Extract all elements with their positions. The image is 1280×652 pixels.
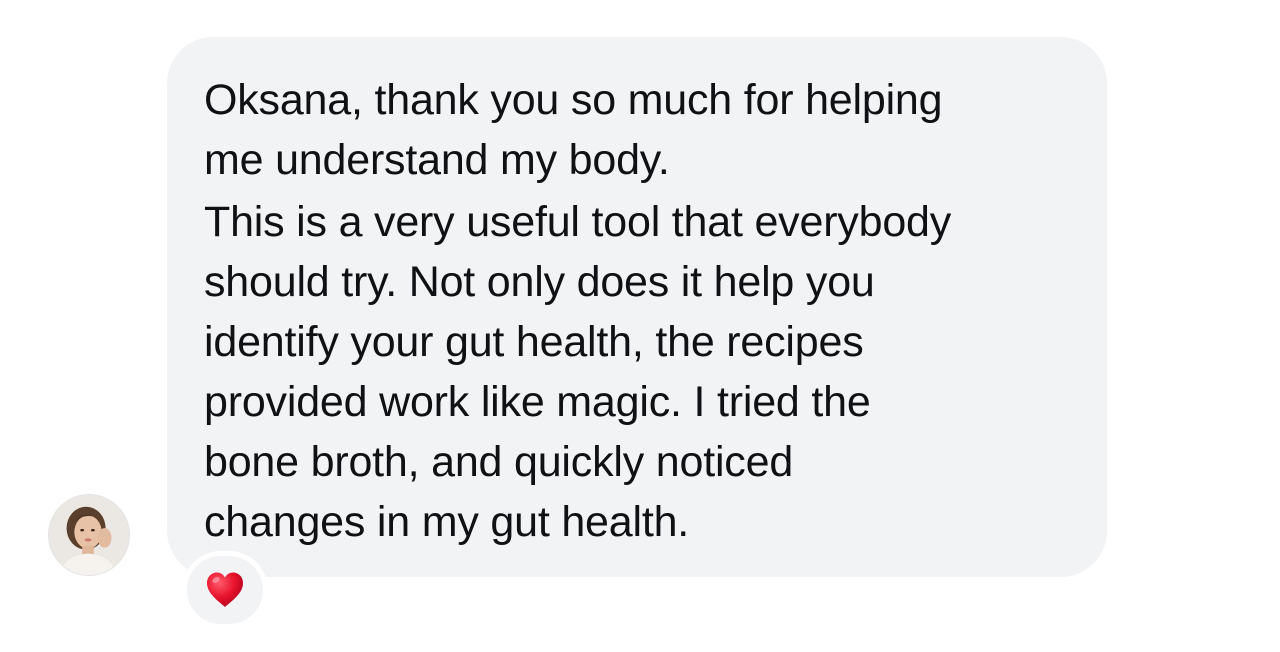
red-heart-icon	[207, 572, 243, 607]
message-paragraph-1: Oksana, thank you so much for helping me…	[204, 70, 1067, 190]
message-line: Oksana, thank you so much for helping	[204, 76, 943, 124]
user-avatar-photo-icon	[49, 495, 129, 575]
message-line: changes in my gut health.	[204, 498, 690, 546]
message-line: This is a very useful tool that everybod…	[204, 198, 952, 246]
message-line: provided work like magic. I tried the	[204, 378, 871, 426]
message-paragraph-2: This is a very useful tool that everybod…	[204, 192, 1067, 552]
message-line: me understand my body.	[204, 136, 670, 184]
message-line: should try. Not only does it help you	[204, 258, 875, 306]
sender-avatar[interactable]	[48, 494, 130, 576]
heart-reaction[interactable]	[182, 551, 268, 629]
message-bubble[interactable]: Oksana, thank you so much for helping me…	[167, 37, 1107, 577]
message-line: bone broth, and quickly noticed	[204, 438, 794, 486]
message-line: identify your gut health, the recipes	[204, 318, 864, 366]
